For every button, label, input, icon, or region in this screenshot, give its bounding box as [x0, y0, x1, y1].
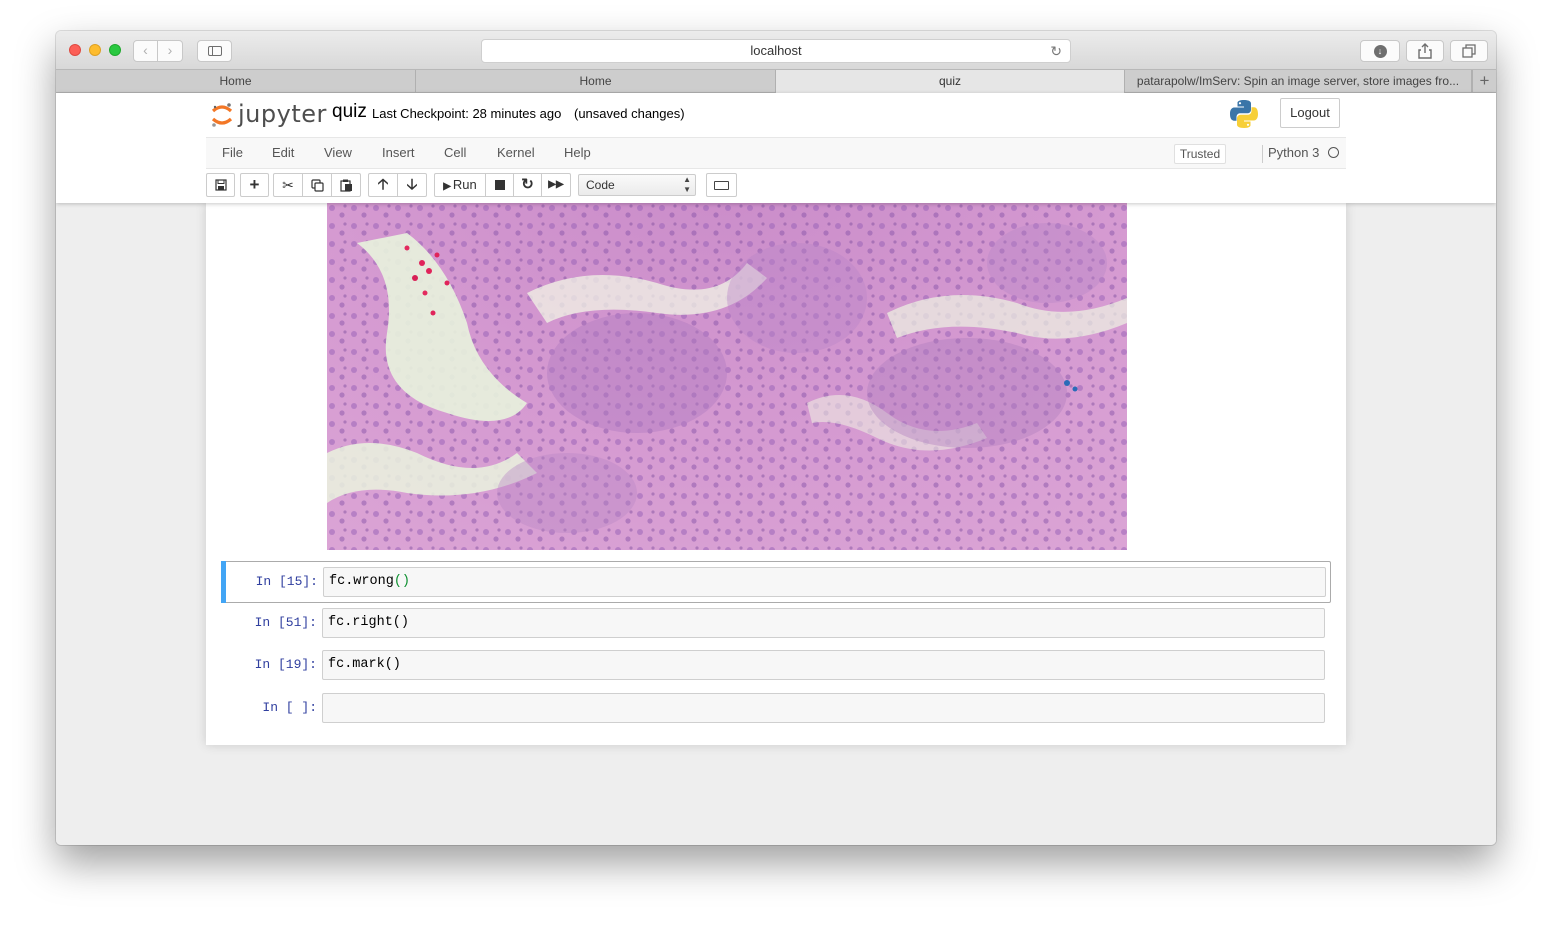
- paste-button[interactable]: [331, 173, 361, 197]
- checkpoint-status: Last Checkpoint: 28 minutes ago: [372, 106, 562, 121]
- download-icon: ↓: [1373, 45, 1387, 58]
- close-window-button[interactable]: [69, 44, 81, 56]
- histology-image: [327, 203, 1127, 550]
- zoom-window-button[interactable]: [109, 44, 121, 56]
- cut-button[interactable]: ✂: [273, 173, 303, 197]
- autosave-status: (unsaved changes): [574, 106, 685, 121]
- matched-parens: (): [393, 574, 411, 589]
- notebook-name[interactable]: quiz: [332, 101, 367, 123]
- select-arrows-icon: ▲ ▼: [683, 175, 691, 194]
- tab-label: Home: [579, 74, 612, 88]
- kernel-name: Python 3: [1262, 145, 1319, 163]
- code-editor[interactable]: fc.mark(): [322, 650, 1325, 680]
- restart-kernel-button[interactable]: ↻: [513, 173, 542, 197]
- sidebar-toggle-button[interactable]: [197, 40, 232, 62]
- menu-kernel[interactable]: Kernel: [497, 145, 535, 160]
- stop-icon: [494, 180, 505, 190]
- code-cell[interactable]: In [19]: fc.mark(): [221, 645, 1331, 687]
- tab-bar: Home Home quiz patarapolw/ImServ: Spin a…: [56, 69, 1496, 93]
- insert-cell-button[interactable]: +: [240, 173, 269, 197]
- python-logo-icon: [1230, 100, 1258, 128]
- plus-icon: +: [249, 175, 260, 194]
- logout-button[interactable]: Logout: [1280, 98, 1340, 128]
- share-icon: [1418, 43, 1432, 59]
- address-text: localhost: [750, 43, 802, 58]
- keyboard-icon: [714, 181, 729, 190]
- restart-run-all-button[interactable]: ▶▶: [541, 173, 571, 197]
- back-icon[interactable]: ‹: [133, 40, 158, 62]
- cell-type-value: Code: [586, 178, 615, 192]
- code-cell[interactable]: In [51]: fc.right(): [221, 603, 1331, 645]
- notebook-container: In [15]: fc.wrong() In [51]: fc.right() …: [206, 203, 1346, 745]
- code-editor[interactable]: fc.right(): [322, 608, 1325, 638]
- save-icon: [214, 179, 227, 191]
- tab-quiz[interactable]: quiz: [776, 70, 1125, 93]
- move-cell-up-button[interactable]: 🡡: [368, 173, 398, 197]
- cell-prompt: In [15]:: [255, 574, 318, 589]
- cell-prompt: In [19]:: [254, 657, 317, 672]
- reload-icon[interactable]: ↻: [1050, 40, 1062, 62]
- copy-icon: [310, 179, 324, 192]
- notebook-toolbar: + ✂ 🡡 🡣 ▶ Run ↻ ▶▶ Code ▲ ▼: [206, 173, 1346, 199]
- fast-forward-icon: ▶▶: [548, 179, 564, 190]
- menu-edit[interactable]: Edit: [272, 145, 294, 160]
- menu-view[interactable]: View: [324, 145, 352, 160]
- tabs-overview-icon: [1462, 44, 1476, 58]
- menu-file[interactable]: File: [222, 145, 243, 160]
- sidebar-icon: [207, 46, 222, 56]
- tab-home-1[interactable]: Home: [56, 70, 416, 93]
- trusted-badge[interactable]: Trusted: [1174, 144, 1226, 164]
- tab-label: Home: [219, 74, 252, 88]
- address-bar[interactable]: localhost ↻: [481, 39, 1071, 63]
- tab-label: patarapolw/ImServ: Spin an image server,…: [1136, 74, 1460, 88]
- tab-imserv[interactable]: patarapolw/ImServ: Spin an image server,…: [1125, 70, 1472, 93]
- menu-help[interactable]: Help: [564, 145, 591, 160]
- run-button[interactable]: ▶ Run: [434, 173, 486, 197]
- page-content: jupyter quiz Last Checkpoint: 28 minutes…: [56, 93, 1496, 845]
- paste-icon: [339, 179, 352, 192]
- save-button[interactable]: [206, 173, 235, 197]
- command-palette-button[interactable]: [706, 173, 737, 197]
- jupyter-logo-text: jupyter: [238, 100, 327, 128]
- code-cell[interactable]: In [ ]:: [221, 688, 1331, 730]
- restart-icon: ↻: [521, 176, 534, 193]
- cell-type-select[interactable]: Code ▲ ▼: [578, 174, 696, 196]
- code-text: fc.wrong: [329, 574, 394, 589]
- new-tab-button[interactable]: +: [1472, 70, 1496, 93]
- code-editor[interactable]: fc.wrong(): [323, 567, 1326, 597]
- tab-home-2[interactable]: Home: [416, 70, 776, 93]
- tab-label: quiz: [938, 74, 961, 88]
- code-editor[interactable]: [322, 693, 1325, 723]
- scissors-icon: ✂: [282, 177, 294, 193]
- minimize-window-button[interactable]: [89, 44, 101, 56]
- cell-prompt: In [51]:: [254, 615, 317, 630]
- show-tabs-button[interactable]: [1450, 40, 1488, 62]
- share-button[interactable]: [1406, 40, 1444, 62]
- jupyter-header: jupyter quiz Last Checkpoint: 28 minutes…: [56, 93, 1496, 203]
- forward-icon[interactable]: ›: [158, 40, 183, 62]
- jupyter-logo[interactable]: jupyter: [211, 98, 326, 130]
- browser-window: ‹ › localhost ↻ ↓ Home Home quiz patarap…: [56, 31, 1496, 845]
- code-cell[interactable]: In [15]: fc.wrong(): [221, 561, 1331, 603]
- menu-insert[interactable]: Insert: [382, 145, 415, 160]
- menu-cell[interactable]: Cell: [444, 145, 466, 160]
- interrupt-kernel-button[interactable]: [485, 173, 514, 197]
- downloads-button[interactable]: ↓: [1360, 40, 1400, 62]
- jupyter-logo-icon: [211, 103, 233, 127]
- menu-bar: File Edit View Insert Cell Kernel Help T…: [206, 137, 1346, 169]
- run-label: Run: [452, 177, 477, 192]
- copy-button[interactable]: [302, 173, 332, 197]
- kernel-idle-icon: [1328, 147, 1339, 158]
- arrow-down-icon: 🡣: [406, 176, 418, 193]
- move-cell-down-button[interactable]: 🡣: [397, 173, 427, 197]
- cell-output-image: [327, 203, 1127, 550]
- cell-prompt: In [ ]:: [262, 700, 317, 715]
- step-forward-icon: ▶: [443, 181, 453, 192]
- arrow-up-icon: 🡡: [377, 176, 389, 193]
- title-bar: ‹ › localhost ↻ ↓: [56, 31, 1496, 69]
